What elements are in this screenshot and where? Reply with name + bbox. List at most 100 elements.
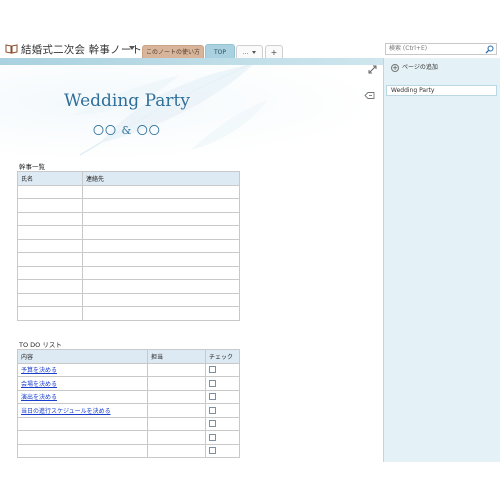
page-list-pane: [383, 58, 500, 462]
checkbox-icon[interactable]: [209, 420, 216, 428]
couple-names[interactable]: 〇〇 & 〇〇: [93, 122, 161, 138]
table-row[interactable]: [17, 238, 240, 253]
page-accent-strip: [0, 58, 383, 65]
table-cell[interactable]: [17, 198, 83, 213]
checkbox-icon[interactable]: [209, 406, 216, 414]
todo-item-link[interactable]: 演出を決める: [17, 389, 148, 404]
feather-decoration: [75, 65, 268, 156]
table-cell[interactable]: [147, 362, 206, 377]
table-cell: [205, 362, 240, 377]
add-page-label: ページの追加: [402, 64, 438, 71]
checkbox-icon[interactable]: [209, 393, 216, 401]
table-row[interactable]: 当日の進行スケジュールを決める: [17, 403, 240, 418]
todo-item-link[interactable]: 当日の進行スケジュールを決める: [17, 403, 148, 418]
table-cell[interactable]: [17, 265, 83, 280]
table-cell[interactable]: [147, 389, 206, 404]
table-row[interactable]: [17, 416, 240, 431]
bottom-area: [0, 462, 500, 500]
chevron-down-icon[interactable]: [129, 46, 135, 50]
table-cell[interactable]: [17, 252, 83, 267]
notebook-icon: [5, 44, 18, 54]
checkbox-icon[interactable]: [209, 447, 216, 455]
table-cell[interactable]: [17, 430, 148, 445]
table-row[interactable]: [17, 443, 240, 458]
table-cell[interactable]: [147, 430, 206, 445]
table-row[interactable]: [17, 292, 240, 307]
table-cell[interactable]: [147, 443, 206, 458]
todo-item-link[interactable]: 予算を決める: [17, 362, 148, 377]
tab-more[interactable]: ...: [236, 45, 263, 58]
expand-icon[interactable]: [368, 65, 377, 74]
search-icon[interactable]: [485, 45, 494, 54]
tab-how-to-use[interactable]: このノートの使い方: [142, 45, 204, 58]
column-header: チェック: [205, 349, 240, 364]
table-row[interactable]: [17, 198, 240, 213]
table-header-row: 内容 担当 チェック: [17, 349, 240, 364]
table-cell[interactable]: [82, 292, 240, 307]
pin-icon[interactable]: [364, 91, 375, 100]
page-list-item[interactable]: Wedding Party: [386, 85, 497, 96]
table-row[interactable]: 予算を決める: [17, 362, 240, 377]
table-cell[interactable]: [82, 184, 240, 199]
todo-item-link[interactable]: 会場を決める: [17, 376, 148, 391]
table-cell[interactable]: [17, 184, 83, 199]
table-cell[interactable]: [147, 376, 206, 391]
add-circle-icon: +: [391, 63, 399, 72]
table-cell[interactable]: [82, 265, 240, 280]
table-row[interactable]: [17, 265, 240, 280]
table-row[interactable]: [17, 279, 240, 294]
table-cell: [205, 443, 240, 458]
checkbox-icon[interactable]: [209, 433, 216, 441]
table-cell[interactable]: [82, 198, 240, 213]
notebook-title[interactable]: 結婚式二次会 幹事ノート: [21, 42, 142, 57]
tab-top[interactable]: TOP: [205, 44, 235, 59]
checkbox-icon[interactable]: [209, 366, 216, 374]
table-cell[interactable]: [82, 279, 240, 294]
table-cell[interactable]: [147, 403, 206, 418]
table-row[interactable]: 会場を決める: [17, 376, 240, 391]
table-row[interactable]: 演出を決める: [17, 389, 240, 404]
search-input[interactable]: 検索 (Ctrl+E): [385, 43, 497, 55]
table-cell[interactable]: [17, 225, 83, 240]
staff-section-label: 幹事一覧: [19, 163, 45, 171]
search-placeholder: 検索 (Ctrl+E): [389, 45, 428, 52]
table-cell[interactable]: [82, 252, 240, 267]
checkbox-icon[interactable]: [209, 379, 216, 387]
table-cell[interactable]: [17, 211, 83, 226]
table-cell: [205, 430, 240, 445]
table-row[interactable]: [17, 306, 240, 321]
table-row[interactable]: [17, 430, 240, 445]
table-cell[interactable]: [17, 416, 148, 431]
table-cell: [205, 403, 240, 418]
table-cell[interactable]: [17, 292, 83, 307]
column-header: 内容: [17, 349, 148, 364]
column-header: 氏名: [17, 171, 83, 186]
table-header-row: 氏名 連絡先: [17, 171, 240, 186]
staff-table[interactable]: 氏名 連絡先: [17, 171, 240, 321]
table-row[interactable]: [17, 184, 240, 199]
table-cell: [205, 416, 240, 431]
table-cell[interactable]: [17, 238, 83, 253]
table-cell: [205, 376, 240, 391]
chevron-down-icon: [252, 51, 257, 54]
add-page-button[interactable]: + ページの追加: [391, 62, 438, 72]
table-cell[interactable]: [147, 416, 206, 431]
page-title[interactable]: Wedding Party: [64, 91, 190, 111]
table-row[interactable]: [17, 225, 240, 240]
table-cell[interactable]: [17, 443, 148, 458]
column-header: 担当: [147, 349, 206, 364]
table-cell[interactable]: [82, 306, 240, 321]
table-cell[interactable]: [17, 279, 83, 294]
todo-table[interactable]: 内容 担当 チェック 予算を決める 会場を決める 演出を決める 当日の進行スケジ…: [17, 349, 240, 458]
table-cell[interactable]: [17, 306, 83, 321]
table-row[interactable]: [17, 252, 240, 267]
table-cell: [205, 389, 240, 404]
table-cell[interactable]: [82, 225, 240, 240]
hero-background: [0, 65, 383, 160]
table-cell[interactable]: [82, 238, 240, 253]
title-bar: 結婚式二次会 幹事ノート このノートの使い方 TOP ... + 検索 (Ctr…: [0, 0, 500, 60]
table-cell[interactable]: [82, 211, 240, 226]
tab-more-label: ...: [242, 49, 249, 56]
tab-add-section[interactable]: +: [265, 45, 283, 58]
table-row[interactable]: [17, 211, 240, 226]
